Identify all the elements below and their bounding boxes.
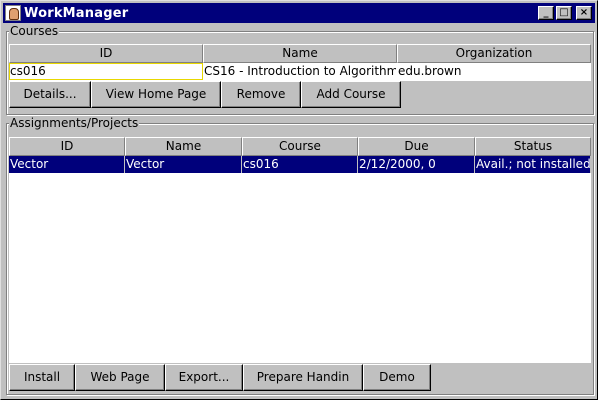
column-header-organization[interactable]: Organization	[397, 44, 591, 63]
assignment-name-cell[interactable]: Vector	[125, 156, 242, 173]
workmanager-window: WorkManager _ □ × Courses ID Name Organi…	[0, 0, 598, 400]
assignment-course-cell[interactable]: cs016	[242, 156, 358, 173]
column-header-status[interactable]: Status	[475, 137, 591, 156]
prepare-handin-button[interactable]: Prepare Handin	[243, 364, 363, 391]
assignments-button-bar: Install Web Page Export... Prepare Handi…	[9, 364, 431, 391]
course-organization-cell[interactable]: edu.brown	[397, 63, 591, 80]
assignments-table-header: ID Name Course Due Status	[9, 137, 591, 156]
close-button[interactable]: ×	[576, 6, 592, 20]
column-header-due[interactable]: Due	[358, 137, 475, 156]
minimize-button[interactable]: _	[538, 6, 554, 20]
course-name-cell[interactable]: CS16 - Introduction to Algorithms...	[203, 63, 397, 80]
courses-table-header: ID Name Organization	[9, 44, 591, 63]
column-header-id[interactable]: ID	[9, 44, 203, 63]
assignments-table: ID Name Course Due Status Vector Vector …	[9, 137, 591, 363]
assignment-row[interactable]: Vector Vector cs016 2/12/2000, 0 Avail.;…	[9, 156, 591, 173]
demo-button[interactable]: Demo	[363, 364, 431, 391]
web-page-button[interactable]: Web Page	[75, 364, 165, 391]
course-row[interactable]: cs016 CS16 - Introduction to Algorithms.…	[9, 63, 591, 80]
details-button[interactable]: Details...	[9, 81, 91, 108]
add-course-button[interactable]: Add Course	[301, 81, 401, 108]
courses-table: ID Name Organization cs016 CS16 - Introd…	[9, 44, 591, 81]
course-id-cell[interactable]: cs016	[9, 63, 203, 80]
install-button[interactable]: Install	[9, 364, 75, 391]
view-home-page-button[interactable]: View Home Page	[91, 81, 221, 108]
remove-button[interactable]: Remove	[221, 81, 301, 108]
courses-button-bar: Details... View Home Page Remove Add Cou…	[9, 81, 401, 108]
window-title: WorkManager	[24, 5, 129, 21]
column-header-name[interactable]: Name	[125, 137, 242, 156]
column-header-course[interactable]: Course	[242, 137, 358, 156]
export-button[interactable]: Export...	[165, 364, 243, 391]
java-cup-icon	[5, 5, 21, 21]
title-bar[interactable]: WorkManager _ □ ×	[3, 3, 595, 23]
assignments-group-label: Assignments/Projects	[9, 116, 140, 130]
maximize-button[interactable]: □	[556, 6, 572, 20]
courses-group-label: Courses	[9, 24, 60, 38]
assignment-id-cell[interactable]: Vector	[9, 156, 125, 173]
assignment-due-cell[interactable]: 2/12/2000, 0	[358, 156, 475, 173]
assignment-status-cell[interactable]: Avail.; not installed	[475, 156, 591, 173]
column-header-name[interactable]: Name	[203, 44, 397, 63]
column-header-id[interactable]: ID	[9, 137, 125, 156]
